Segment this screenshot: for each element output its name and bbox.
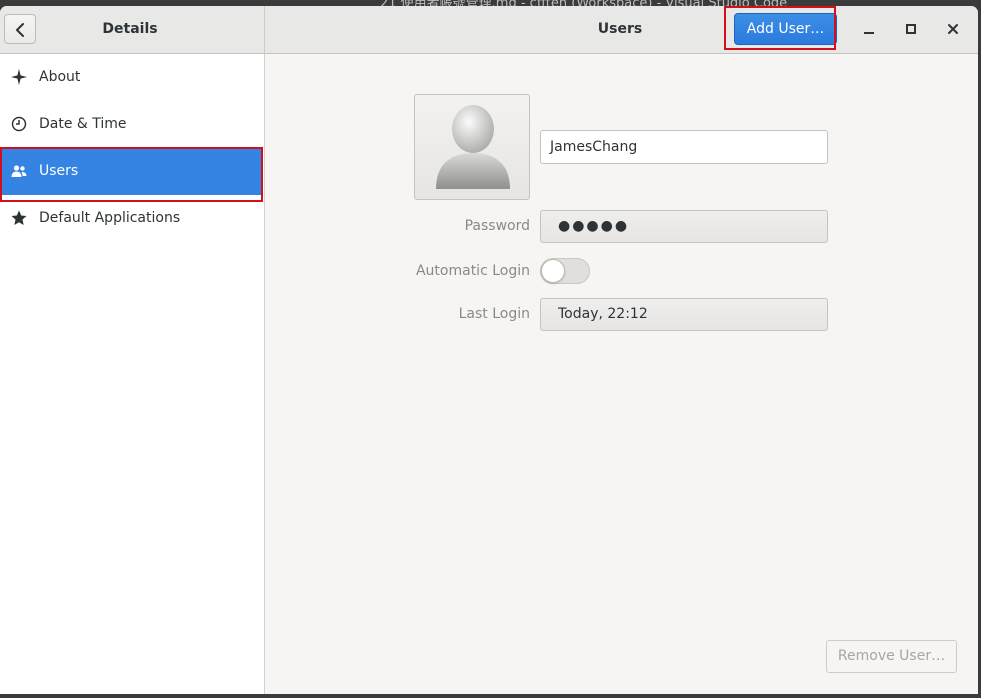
star-icon (11, 210, 27, 225)
page-title: Users (597, 21, 643, 37)
add-user-highlight (724, 6, 836, 50)
close-button[interactable] (943, 19, 963, 39)
sidebar-item-label: About (39, 69, 81, 85)
chevron-left-icon (16, 23, 24, 37)
last-login-value: Today, 22:12 (558, 306, 648, 322)
automatic-login-label: Automatic Login (415, 263, 530, 279)
sidebar-item-about[interactable]: About (0, 54, 262, 101)
avatar-icon (436, 105, 510, 189)
close-icon (948, 24, 958, 34)
last-login-label: Last Login (458, 306, 530, 322)
minimize-icon (864, 32, 874, 34)
password-value: ●●●●● (558, 218, 630, 234)
users-highlight (0, 147, 263, 202)
maximize-button[interactable] (901, 19, 921, 39)
details-title: Details (102, 21, 158, 37)
remove-user-button[interactable]: Remove User… (826, 640, 957, 673)
sidebar-item-default-applications[interactable]: Default Applications (0, 195, 262, 242)
minimize-button[interactable] (859, 19, 879, 39)
settings-window: Details Users Add User… About Date & Tim… (0, 6, 978, 694)
clock-icon (11, 116, 27, 132)
sidebar-item-label: Default Applications (39, 210, 181, 226)
password-button[interactable]: ●●●●● (540, 210, 828, 243)
avatar-button[interactable] (414, 94, 530, 200)
last-login-button[interactable]: Today, 22:12 (540, 298, 828, 331)
automatic-login-switch[interactable] (540, 258, 590, 284)
sidebar-item-label: Date & Time (39, 116, 127, 132)
user-details-panel: JamesChang Password ●●●●● Automatic Logi… (265, 54, 978, 694)
sidebar-item-date-time[interactable]: Date & Time (0, 101, 262, 148)
header-divider (264, 6, 265, 53)
password-label: Password (464, 218, 530, 234)
sidebar: About Date & Time Users Default Applicat… (0, 54, 265, 694)
back-button[interactable] (4, 14, 36, 44)
maximize-icon (906, 24, 916, 34)
header-bar: Details Users Add User… (0, 6, 978, 54)
sparkle-icon (11, 69, 27, 85)
full-name-field[interactable]: JamesChang (540, 130, 828, 164)
switch-knob (541, 259, 565, 283)
